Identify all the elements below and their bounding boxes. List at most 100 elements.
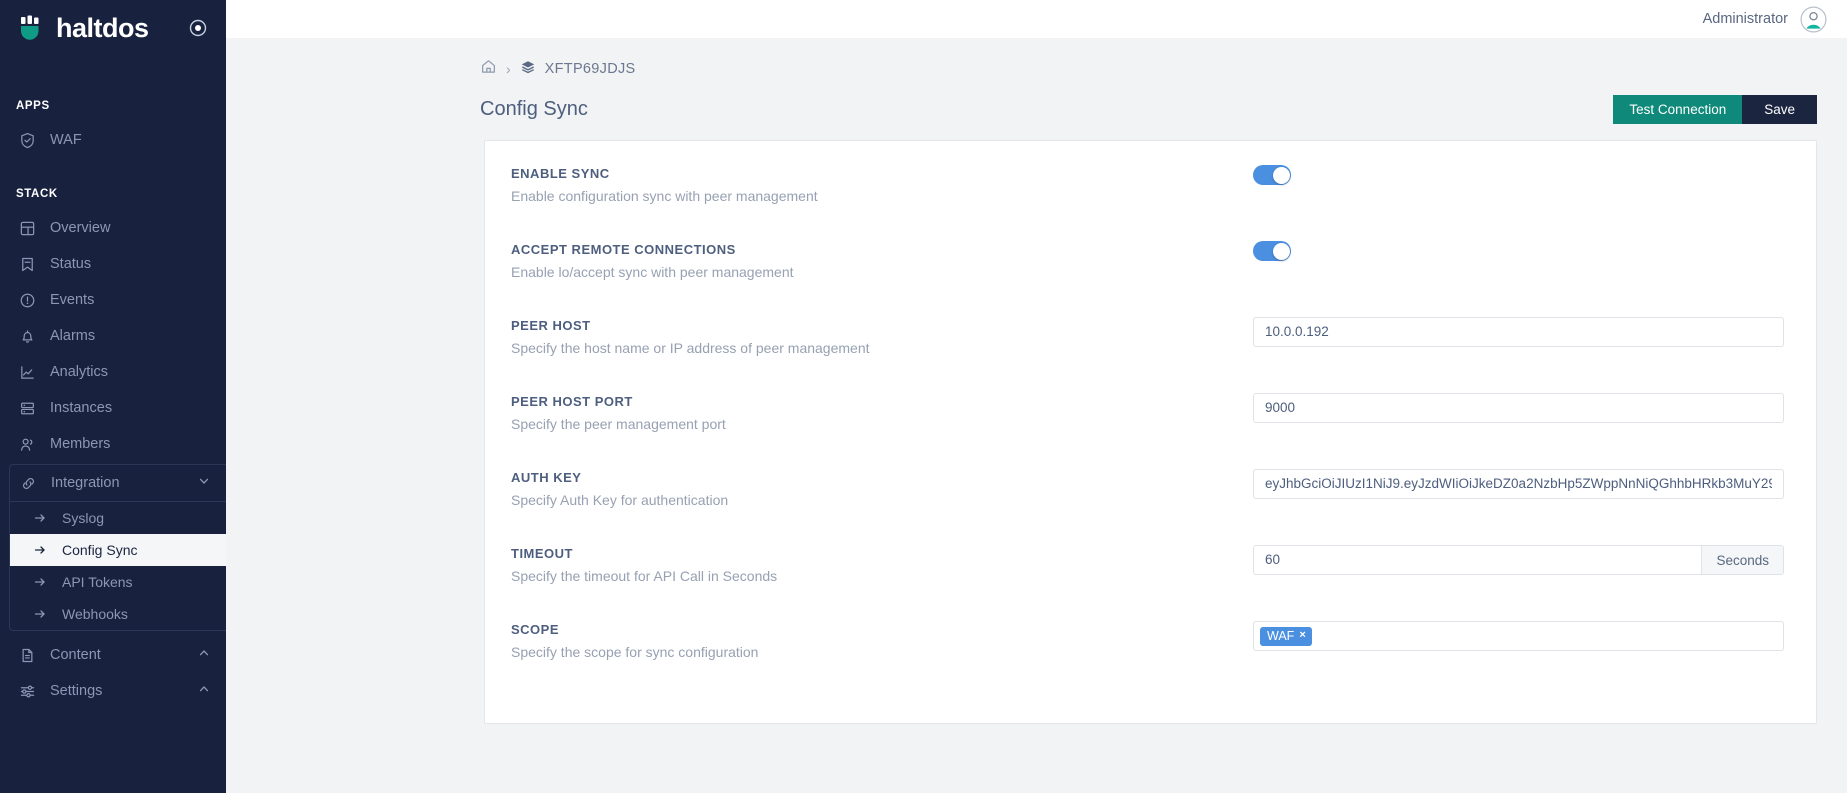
sidebar-section-stack: STACK [16, 188, 58, 200]
enable-sync-toggle[interactable] [1253, 165, 1291, 185]
target-circle-icon[interactable] [188, 18, 208, 38]
scope-tag-waf: WAF × [1260, 626, 1312, 646]
sidebar-item-events[interactable]: Events [0, 282, 226, 318]
haltdos-logo-icon [16, 12, 48, 44]
form-row-enable-sync: ENABLE SYNC Enable configuration sync wi… [485, 163, 1816, 239]
user-avatar-icon[interactable] [1800, 6, 1827, 33]
sidebar-item-members[interactable]: Members [0, 426, 226, 462]
arrow-right-icon [32, 542, 48, 558]
field-label: SCOPE [511, 622, 560, 637]
sidebar-item-label: Alarms [50, 328, 96, 344]
form-row-control [1253, 467, 1784, 499]
form-row-label-block: TIMEOUT Specify the timeout for API Call… [511, 543, 1253, 584]
sidebar-item-label: Integration [51, 475, 120, 491]
sidebar-item-waf[interactable]: WAF [0, 122, 226, 158]
bell-icon [18, 327, 36, 345]
sidebar-group-integration: Integration Syslog Config Sync API Token… [9, 464, 226, 631]
save-button[interactable]: Save [1742, 94, 1817, 124]
test-connection-button[interactable]: Test Connection [1613, 94, 1743, 124]
peer-host-port-input[interactable] [1253, 393, 1784, 423]
arrow-right-icon [32, 510, 48, 526]
home-icon[interactable] [480, 58, 497, 80]
peer-host-input[interactable] [1253, 317, 1784, 347]
sidebar-item-status[interactable]: Status [0, 246, 226, 282]
sidebar-item-label: Analytics [50, 364, 109, 380]
form-row-peer-host: PEER HOST Specify the host name or IP ad… [485, 315, 1816, 391]
sidebar-item-label: Status [50, 256, 92, 272]
arrow-right-icon [32, 574, 48, 590]
form-row-control [1253, 391, 1784, 423]
accept-remote-connections-toggle[interactable] [1253, 241, 1291, 261]
scope-tags-input[interactable]: WAF × [1253, 621, 1784, 651]
sidebar-item-syslog[interactable]: Syslog [10, 502, 226, 534]
sidebar-item-label: Members [50, 436, 111, 452]
page-title: Config Sync [480, 97, 588, 120]
chevron-up-icon[interactable] [198, 683, 210, 699]
sidebar-item-instances[interactable]: Instances [0, 390, 226, 426]
toggle-knob [1272, 242, 1290, 260]
brand-name: haltdos [56, 12, 149, 43]
main-area: Administrator › XFTP69JDJS Config Sync T… [226, 0, 1847, 793]
sidebar: haltdos APPS WAF STACK Overview Status E… [0, 0, 226, 793]
config-sync-form-card: ENABLE SYNC Enable configuration sync wi… [484, 140, 1817, 724]
form-row-label-block: SCOPE Specify the scope for sync configu… [511, 619, 1253, 660]
field-label: ACCEPT REMOTE CONNECTIONS [511, 242, 736, 257]
sidebar-item-integration[interactable]: Integration [10, 465, 226, 501]
field-label: ENABLE SYNC [511, 166, 610, 181]
sidebar-apps-list: WAF [0, 122, 226, 158]
breadcrumb: › XFTP69JDJS [226, 38, 1847, 84]
topbar: Administrator [226, 0, 1847, 38]
auth-key-input[interactable] [1253, 469, 1784, 499]
chevron-down-icon[interactable] [198, 475, 210, 491]
sliders-icon [18, 682, 36, 700]
sidebar-item-label: Events [50, 292, 95, 308]
breadcrumb-current[interactable]: XFTP69JDJS [545, 61, 636, 77]
field-label: PEER HOST PORT [511, 394, 633, 409]
bookmark-icon [18, 255, 36, 273]
sidebar-item-label: Overview [50, 220, 111, 236]
form-row-label-block: PEER HOST PORT Specify the peer manageme… [511, 391, 1253, 432]
sidebar-item-label: Instances [50, 400, 113, 416]
form-row-accept-remote-connections: ACCEPT REMOTE CONNECTIONS Enable lo/acce… [485, 239, 1816, 315]
link-icon [19, 474, 37, 492]
layers-icon [520, 59, 536, 80]
chevron-up-icon[interactable] [198, 647, 210, 663]
form-row-control [1253, 163, 1784, 185]
field-description: Enable configuration sync with peer mana… [511, 188, 818, 204]
layout-dashboard-icon [18, 219, 36, 237]
sidebar-item-label: API Tokens [62, 574, 133, 590]
field-label: TIMEOUT [511, 546, 573, 561]
users-icon [18, 435, 36, 453]
sidebar-item-api-tokens[interactable]: API Tokens [10, 566, 226, 598]
alert-circle-icon [18, 291, 36, 309]
form-row-auth-key: AUTH KEY Specify Auth Key for authentica… [485, 467, 1816, 543]
sidebar-stack-list: Overview Status Events Alarms Analytics … [0, 210, 226, 462]
sidebar-item-label: Syslog [62, 510, 105, 526]
form-row-label-block: AUTH KEY Specify Auth Key for authentica… [511, 467, 1253, 508]
close-icon[interactable]: × [1299, 630, 1305, 641]
app-root: haltdos APPS WAF STACK Overview Status E… [0, 0, 1847, 793]
form-row-control [1253, 239, 1784, 261]
sidebar-item-settings[interactable]: Settings [0, 673, 226, 709]
sidebar-item-webhooks[interactable]: Webhooks [10, 598, 226, 630]
field-label: PEER HOST [511, 318, 591, 333]
sidebar-item-config-sync[interactable]: Config Sync [10, 534, 226, 566]
breadcrumb-separator: › [506, 61, 511, 77]
field-description: Specify the timeout for API Call in Seco… [511, 568, 778, 584]
chart-line-icon [18, 363, 36, 381]
sidebar-item-label: Settings [50, 683, 103, 699]
sidebar-item-overview[interactable]: Overview [0, 210, 226, 246]
timeout-input[interactable] [1253, 545, 1702, 575]
field-description: Specify the peer management port [511, 416, 726, 432]
sidebar-tail-list: Content Settings [0, 637, 226, 709]
form-row-label-block: ENABLE SYNC Enable configuration sync wi… [511, 163, 1253, 204]
form-row-scope: SCOPE Specify the scope for sync configu… [485, 619, 1816, 695]
sidebar-item-content[interactable]: Content [0, 637, 226, 673]
sidebar-item-alarms[interactable]: Alarms [0, 318, 226, 354]
field-description: Specify the host name or IP address of p… [511, 340, 870, 356]
sidebar-item-label: WAF [50, 132, 82, 148]
form-row-control [1253, 315, 1784, 347]
field-description: Enable lo/accept sync with peer manageme… [511, 264, 794, 280]
sidebar-item-analytics[interactable]: Analytics [0, 354, 226, 390]
page-header: Config Sync Test Connection Save [226, 84, 1847, 128]
